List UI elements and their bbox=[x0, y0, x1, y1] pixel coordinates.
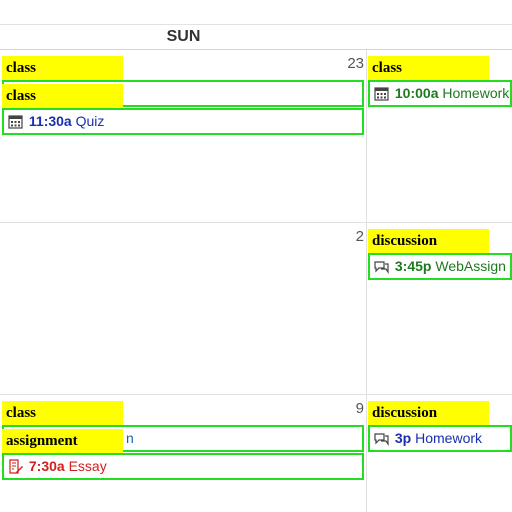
event-title: Quiz bbox=[75, 113, 105, 129]
date-number[interactable]: 9 bbox=[324, 400, 364, 417]
event-time: 11:30a bbox=[28, 113, 72, 129]
event-category-tag: class bbox=[2, 401, 123, 425]
discussion-icon bbox=[374, 433, 389, 446]
assignment-icon bbox=[9, 459, 23, 474]
event-category-tag: class bbox=[2, 84, 123, 108]
discussion-icon bbox=[374, 261, 389, 274]
weekday-header-row: SUN bbox=[0, 24, 512, 50]
calendar-icon bbox=[374, 87, 389, 101]
calendar-event[interactable]: 7:30a Essay bbox=[2, 453, 364, 480]
event-time: 10:00a bbox=[394, 85, 439, 101]
calendar-event[interactable]: 3:45p WebAssign bbox=[368, 253, 512, 280]
event-title: Homework bbox=[415, 430, 483, 446]
calendar-icon bbox=[8, 115, 23, 129]
date-number[interactable]: 23 bbox=[324, 55, 364, 72]
event-category-tag: discussion bbox=[368, 229, 489, 253]
column-divider bbox=[366, 50, 367, 512]
date-number[interactable]: 2 bbox=[324, 228, 364, 245]
calendar-event[interactable]: 11:30a Quiz bbox=[2, 108, 364, 135]
week-divider bbox=[0, 394, 512, 395]
event-title: Homework bbox=[442, 85, 510, 101]
calendar-event[interactable]: 3p Homework bbox=[368, 425, 512, 452]
event-time: 3:45p bbox=[394, 258, 432, 274]
event-category-tag: class bbox=[2, 56, 123, 80]
event-title: WebAssign bbox=[435, 258, 506, 274]
calendar-event[interactable]: 10:00a Homework bbox=[368, 80, 512, 107]
week-divider bbox=[0, 222, 512, 223]
event-title: n bbox=[126, 430, 134, 446]
event-category-tag: class bbox=[368, 56, 489, 80]
event-time: 3p bbox=[394, 430, 412, 446]
event-title: Essay bbox=[68, 458, 107, 474]
weekday-header-sun: SUN bbox=[166, 28, 201, 45]
event-category-tag: discussion bbox=[368, 401, 489, 425]
event-time: 7:30a bbox=[28, 458, 65, 474]
event-category-tag: assignment bbox=[2, 429, 123, 453]
